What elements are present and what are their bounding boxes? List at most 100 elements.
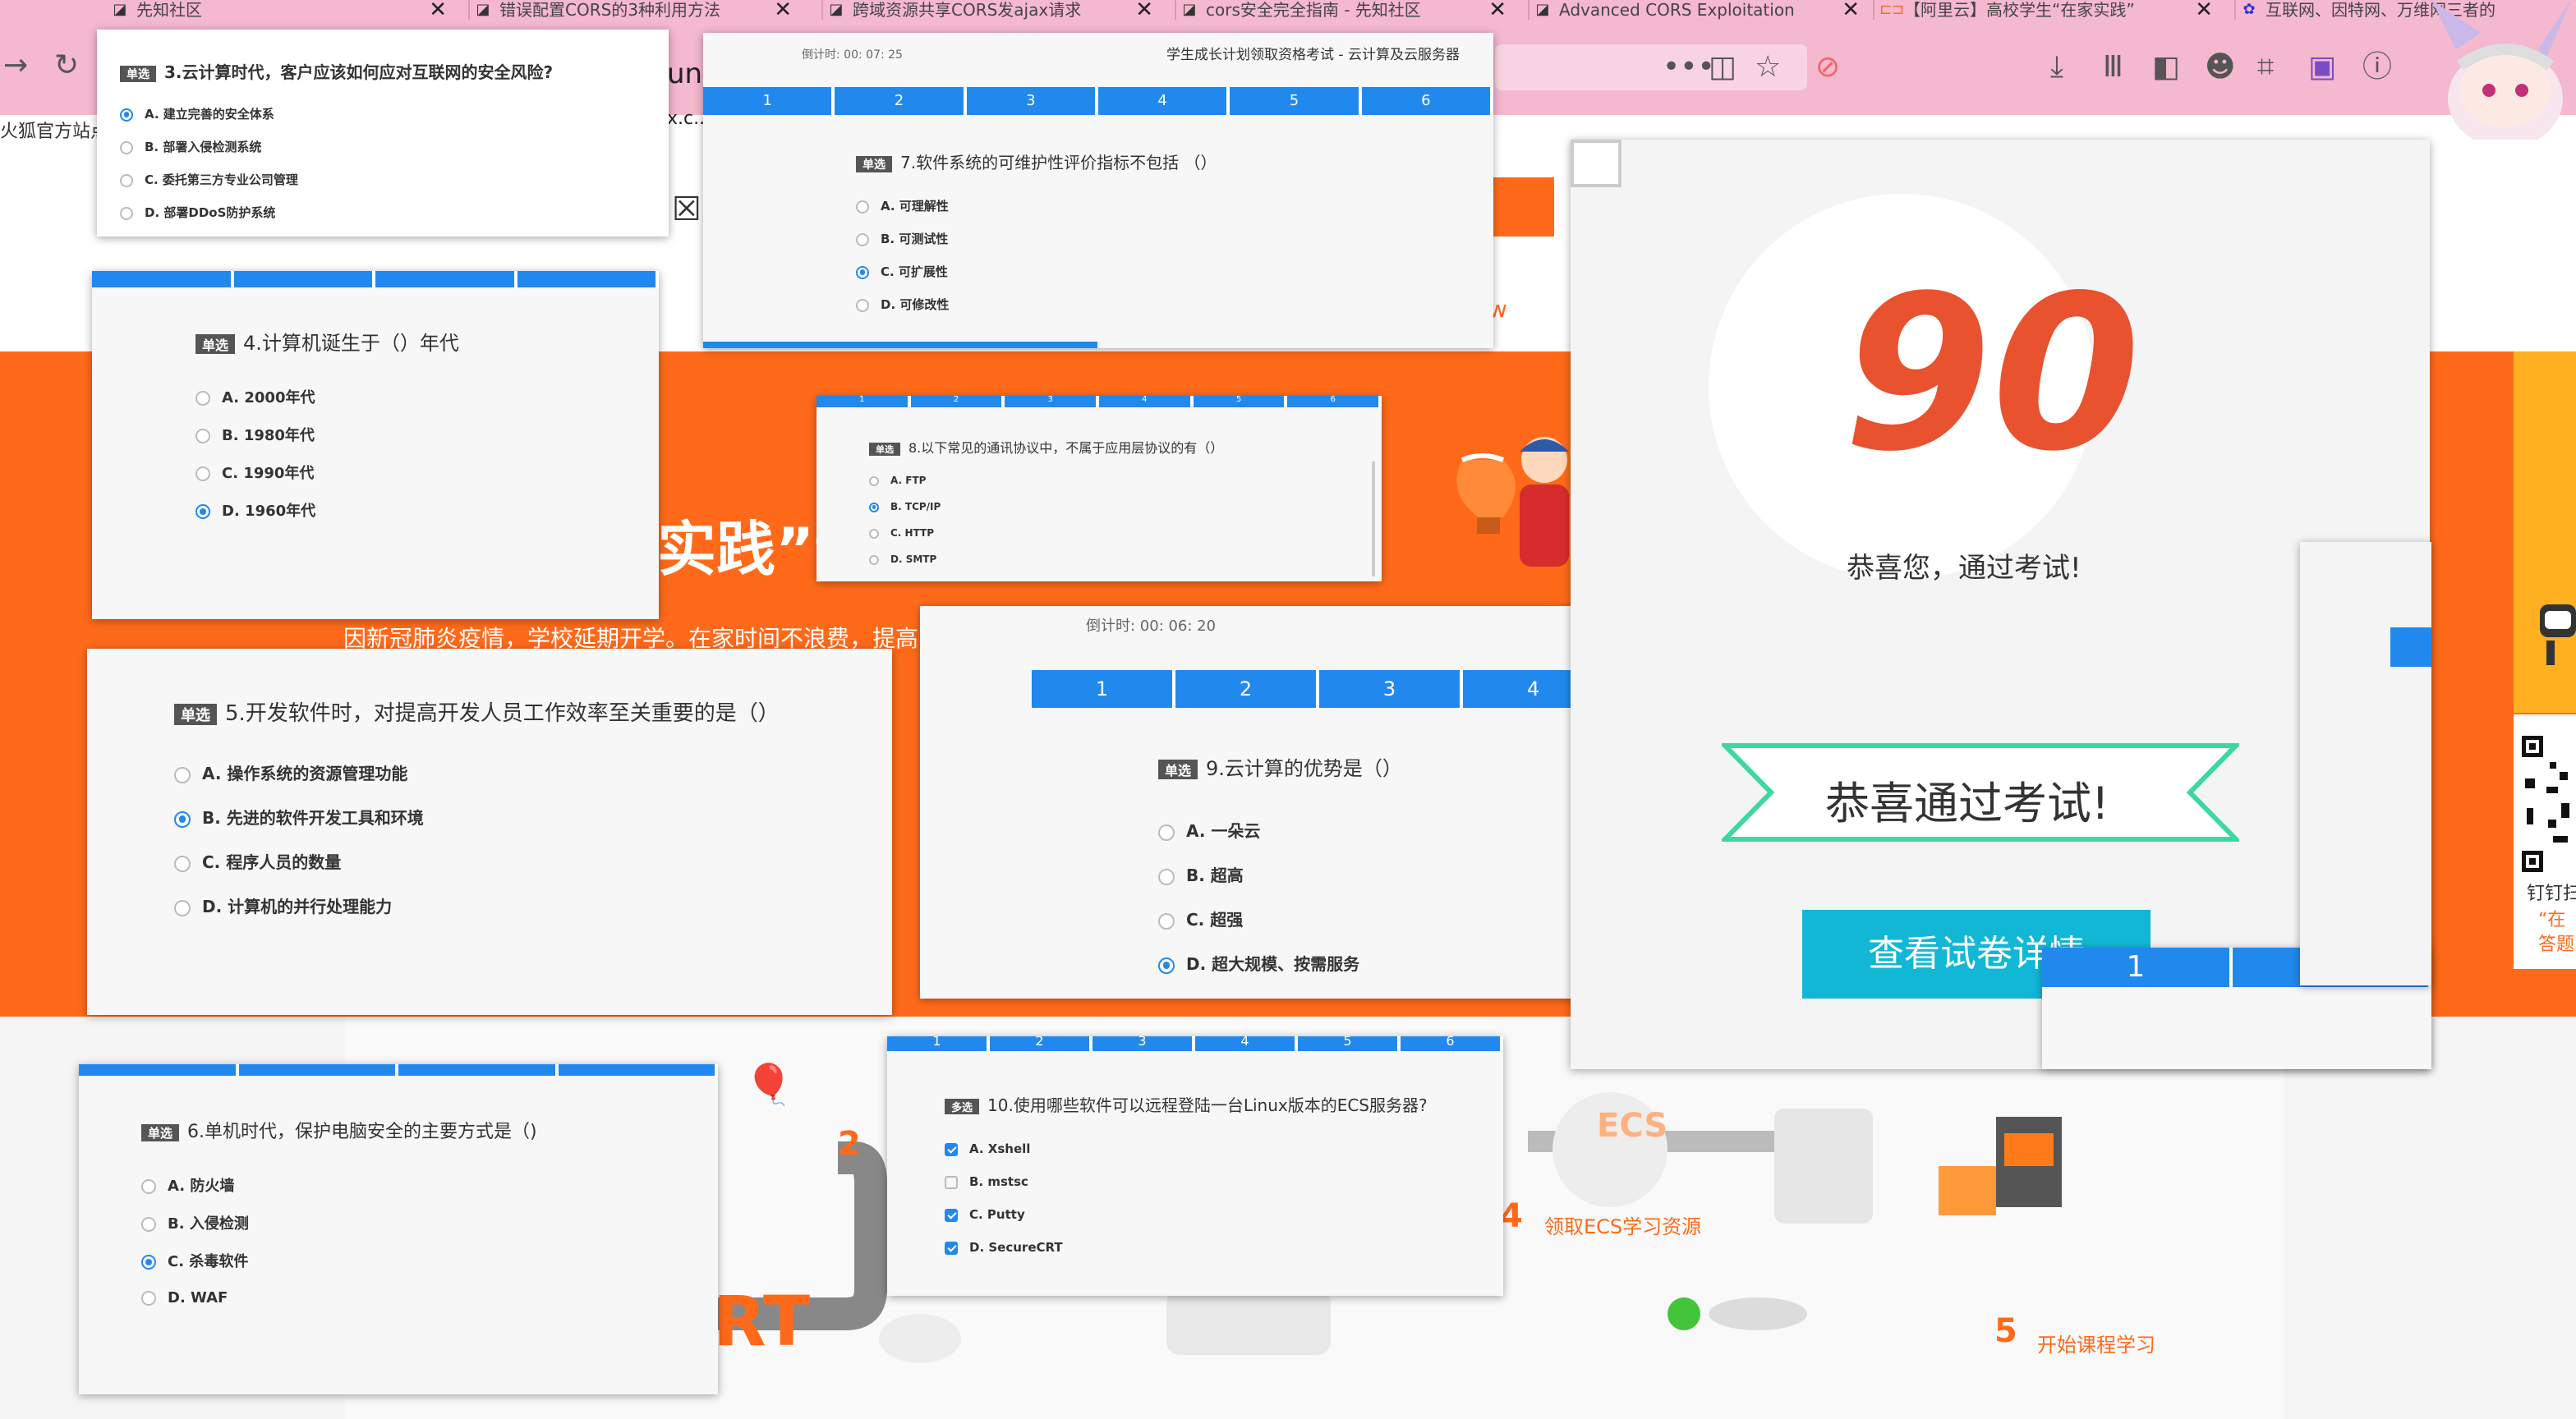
browser-tab[interactable]: ◪ 先知社区 ✕ (107, 0, 452, 20)
nav-question-4[interactable]: 4 (1463, 670, 1580, 708)
radio-button[interactable] (141, 1291, 156, 1306)
option-c[interactable]: C. 可扩展性 (856, 263, 948, 280)
radio-button[interactable] (196, 504, 210, 519)
nav-question-6[interactable]: 6 (1401, 1036, 1503, 1051)
nav-question-1[interactable]: 1 (1032, 670, 1175, 708)
option-c[interactable]: C. 程序人员的数量 (174, 849, 341, 873)
browser-tab[interactable]: ◪ 错误配置CORS的3种利用方法 ✕ (468, 0, 797, 20)
radio-button[interactable] (120, 173, 133, 187)
radio-button[interactable] (141, 1255, 156, 1270)
radio-button[interactable] (856, 200, 869, 214)
nav-question-5[interactable]: 5 (1298, 1036, 1401, 1051)
radio-button[interactable] (196, 466, 210, 481)
option-b[interactable]: B. 可测试性 (856, 230, 948, 247)
option-b[interactable]: B. 入侵检测 (141, 1212, 249, 1233)
radio-button[interactable] (120, 206, 133, 220)
radio-button[interactable] (856, 232, 869, 246)
option-d[interactable]: D. WAF (141, 1289, 228, 1306)
option-d[interactable]: D. 可修改性 (856, 296, 949, 313)
checkbox[interactable] (945, 1175, 958, 1189)
option-c[interactable]: C. 1990年代 (196, 462, 314, 483)
option-c[interactable]: C. 超强 (1158, 907, 1243, 930)
radio-button[interactable] (1158, 824, 1175, 841)
option-d[interactable]: D. SecureCRT (945, 1240, 1063, 1255)
forward-icon[interactable]: → (3, 49, 28, 82)
option-b[interactable]: B. 超高 (1158, 862, 1244, 886)
nav-question-1[interactable]: 1 (2042, 948, 2233, 987)
option-a[interactable]: A. 一朵云 (1158, 818, 1260, 842)
option-c[interactable]: C. HTTP (869, 527, 934, 539)
option-a[interactable]: A. 操作系统的资源管理功能 (174, 760, 407, 784)
option-c[interactable]: C. 杀毒软件 (141, 1250, 248, 1271)
nav-question-2[interactable]: 2 (835, 87, 967, 115)
option-a[interactable]: A. Xshell (945, 1141, 1030, 1156)
option-b[interactable]: B. TCP/IP (869, 501, 941, 512)
option-b[interactable]: B. 1980年代 (196, 424, 315, 445)
nav-question-3[interactable]: 3 (1092, 1036, 1195, 1051)
nav-question-4[interactable]: 4 (1098, 87, 1230, 115)
nav-question-2[interactable]: 2 (911, 396, 1005, 407)
radio-button[interactable] (196, 429, 210, 443)
nav-question-3[interactable]: 3 (1005, 396, 1100, 407)
checkbox[interactable] (945, 1241, 958, 1255)
radio-button[interactable] (869, 528, 879, 539)
nav-question-2[interactable]: 2 (990, 1036, 1092, 1051)
option-a[interactable]: A. 防火墙 (141, 1174, 234, 1196)
close-icon[interactable]: ✕ (1488, 0, 1506, 20)
option-a[interactable]: A. 可理解性 (856, 197, 949, 214)
window-corner-control[interactable] (1571, 140, 1622, 187)
close-icon[interactable]: ✕ (1135, 0, 1153, 20)
radio-button[interactable] (174, 766, 191, 783)
radio-button[interactable] (174, 899, 191, 916)
radio-button[interactable] (869, 475, 879, 486)
browser-tab[interactable]: ◪ 跨域资源共享CORS发ajax请求 ✕ (821, 0, 1158, 20)
nav-question-1[interactable]: 1 (816, 396, 911, 407)
radio-button[interactable] (869, 502, 879, 512)
radio-button[interactable] (174, 855, 191, 872)
radio-button[interactable] (120, 108, 133, 122)
option-d[interactable]: D. 1960年代 (196, 499, 315, 521)
radio-button[interactable] (196, 391, 210, 406)
option-d[interactable]: D. 计算机的并行处理能力 (174, 893, 392, 917)
pocket-icon[interactable]: ◫ (1709, 51, 1736, 84)
browser-tab[interactable]: ◪ Advanced CORS Exploitation ✕ (1528, 0, 1865, 20)
nav-question-5[interactable]: 5 (1230, 87, 1362, 115)
more-icon[interactable]: ••• (1663, 51, 1715, 84)
radio-button[interactable] (869, 554, 879, 565)
radio-button[interactable] (141, 1217, 156, 1232)
nav-question-4[interactable]: 4 (1099, 396, 1194, 407)
sidebar-icon[interactable]: ◧ (2152, 51, 2180, 84)
option-a[interactable]: A. 建立完善的安全体系 (120, 105, 274, 122)
radio-button[interactable] (141, 1179, 156, 1194)
nav-question-5[interactable]: 5 (1194, 396, 1288, 407)
option-d[interactable]: D. 超大规模、按需服务 (1158, 951, 1359, 975)
nav-question-3[interactable]: 3 (967, 87, 1098, 115)
close-icon[interactable]: ✕ (429, 0, 447, 20)
option-a[interactable]: A. 2000年代 (196, 386, 315, 407)
radio-button[interactable] (856, 265, 869, 279)
nav-question-6[interactable]: 6 (1287, 396, 1382, 407)
reload-icon[interactable]: ↻ (54, 49, 79, 82)
checkbox[interactable] (945, 1208, 958, 1222)
bookmark-item[interactable]: 火狐官方站点 (0, 117, 108, 143)
browser-tab[interactable]: ⊏⊐ 【阿里云】高校学生“在家实践” ✕ (1873, 0, 2218, 20)
option-a[interactable]: A. FTP (869, 475, 926, 486)
nav-question-3[interactable]: 3 (1319, 670, 1463, 708)
nav-question-4[interactable]: 4 (1195, 1036, 1298, 1051)
close-icon[interactable]: ✕ (1842, 0, 1860, 20)
library-icon[interactable]: Ⅲ (2103, 51, 2123, 84)
screenshot-icon[interactable]: ⌗ (2257, 51, 2274, 84)
nav-question-6[interactable]: 6 (1362, 87, 1493, 115)
radio-button[interactable] (1158, 868, 1175, 885)
option-b[interactable]: B. 部署入侵检测系统 (120, 138, 261, 155)
radio-button[interactable] (120, 140, 133, 154)
nav-question-2[interactable]: 2 (1175, 670, 1319, 708)
radio-button[interactable] (174, 811, 191, 828)
download-icon[interactable]: ⤓ (2050, 51, 2063, 84)
nav-question-1[interactable]: 1 (887, 1036, 990, 1051)
option-c[interactable]: C. 委托第三方专业公司管理 (120, 171, 298, 188)
close-icon[interactable]: ✕ (774, 0, 792, 20)
bookmark-star-icon[interactable]: ☆ (1755, 51, 1781, 84)
checkbox[interactable] (945, 1142, 958, 1156)
option-d[interactable]: D. 部署DDoS防护系统 (120, 204, 275, 221)
